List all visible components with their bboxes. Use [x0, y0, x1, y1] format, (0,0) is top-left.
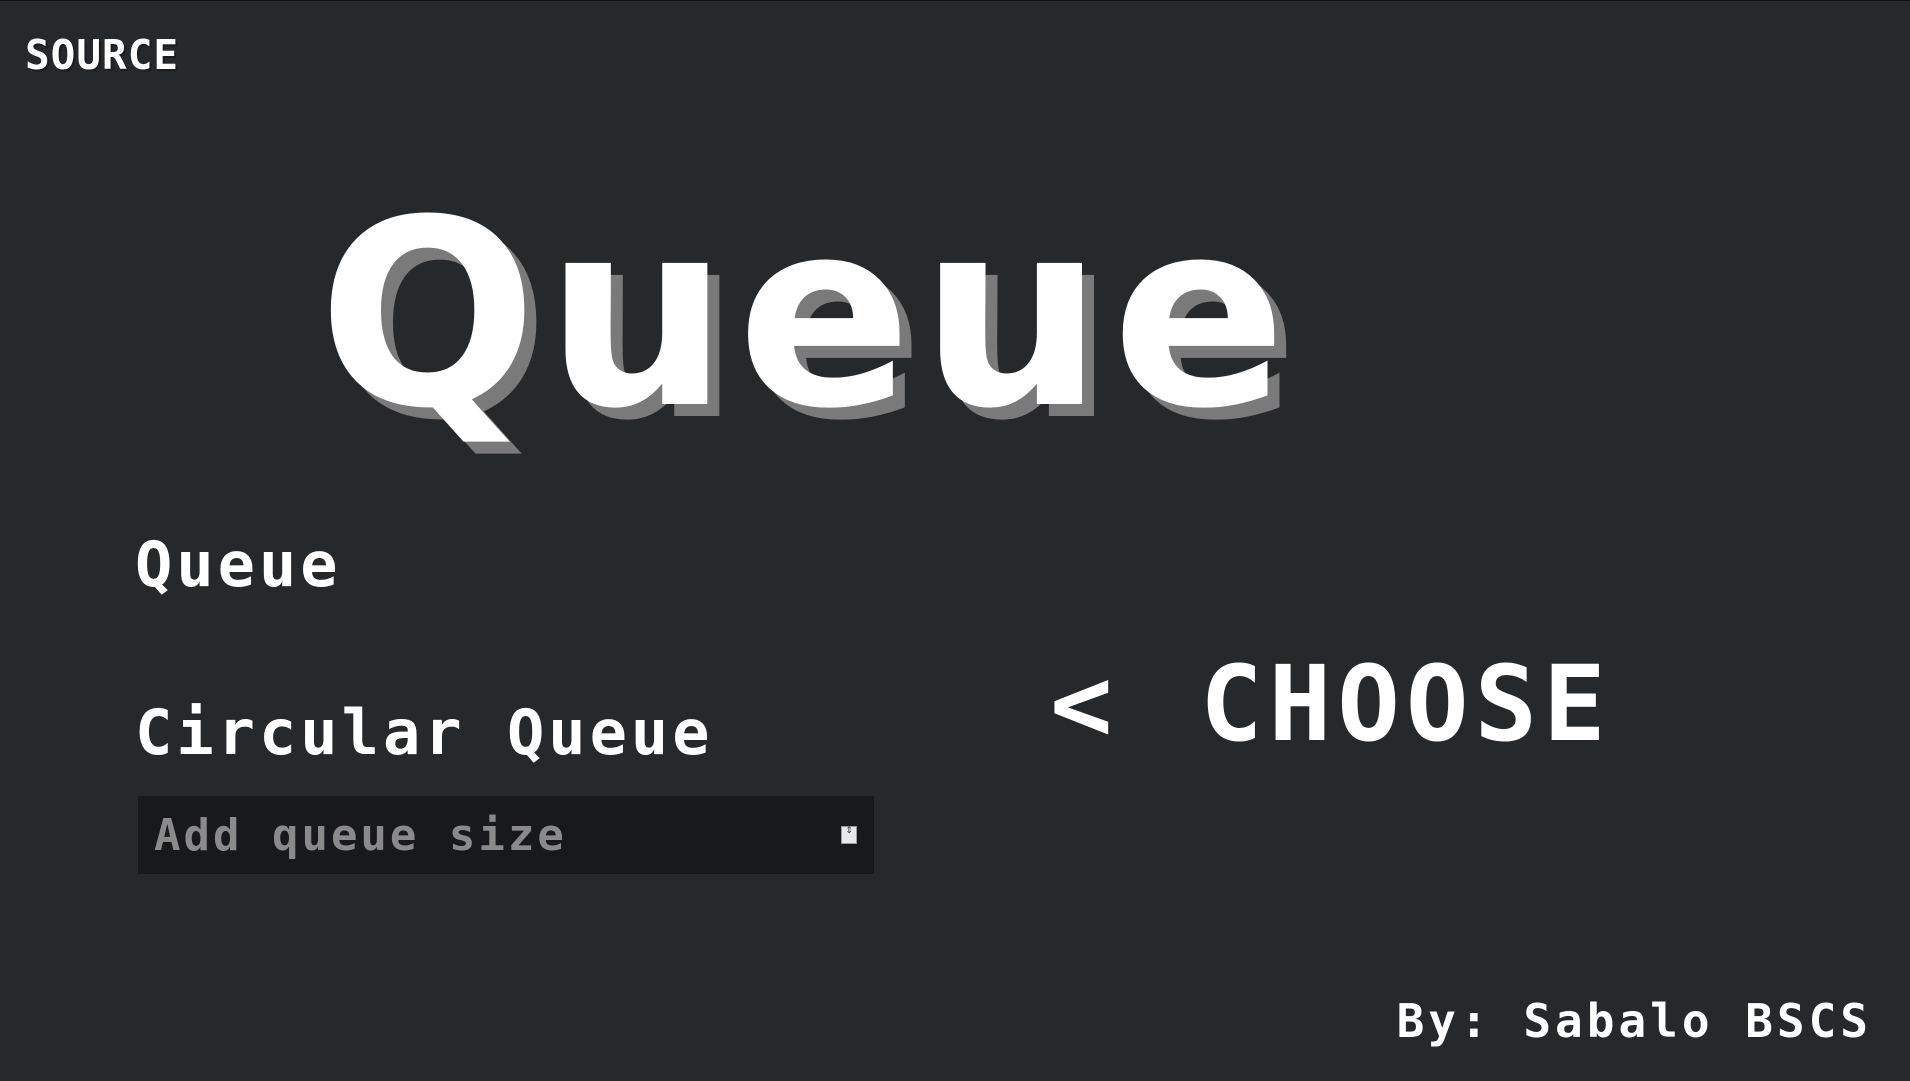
- choose-indicator: < CHOOSE: [1050, 643, 1612, 765]
- source-link[interactable]: SOURCE: [25, 31, 179, 79]
- page-title: Queue: [318, 165, 1295, 465]
- chevron-left-icon: <: [1050, 643, 1119, 765]
- queue-size-input[interactable]: [138, 796, 874, 874]
- author-credit: By: Sabalo BSCS: [1396, 994, 1872, 1048]
- number-spinner-icon[interactable]: ⇕: [841, 826, 857, 844]
- circular-queue-option[interactable]: Circular Queue: [135, 696, 714, 769]
- choose-label: CHOOSE: [1200, 643, 1612, 765]
- queue-size-field: ⇕: [138, 796, 874, 874]
- queue-option[interactable]: Queue: [135, 528, 342, 601]
